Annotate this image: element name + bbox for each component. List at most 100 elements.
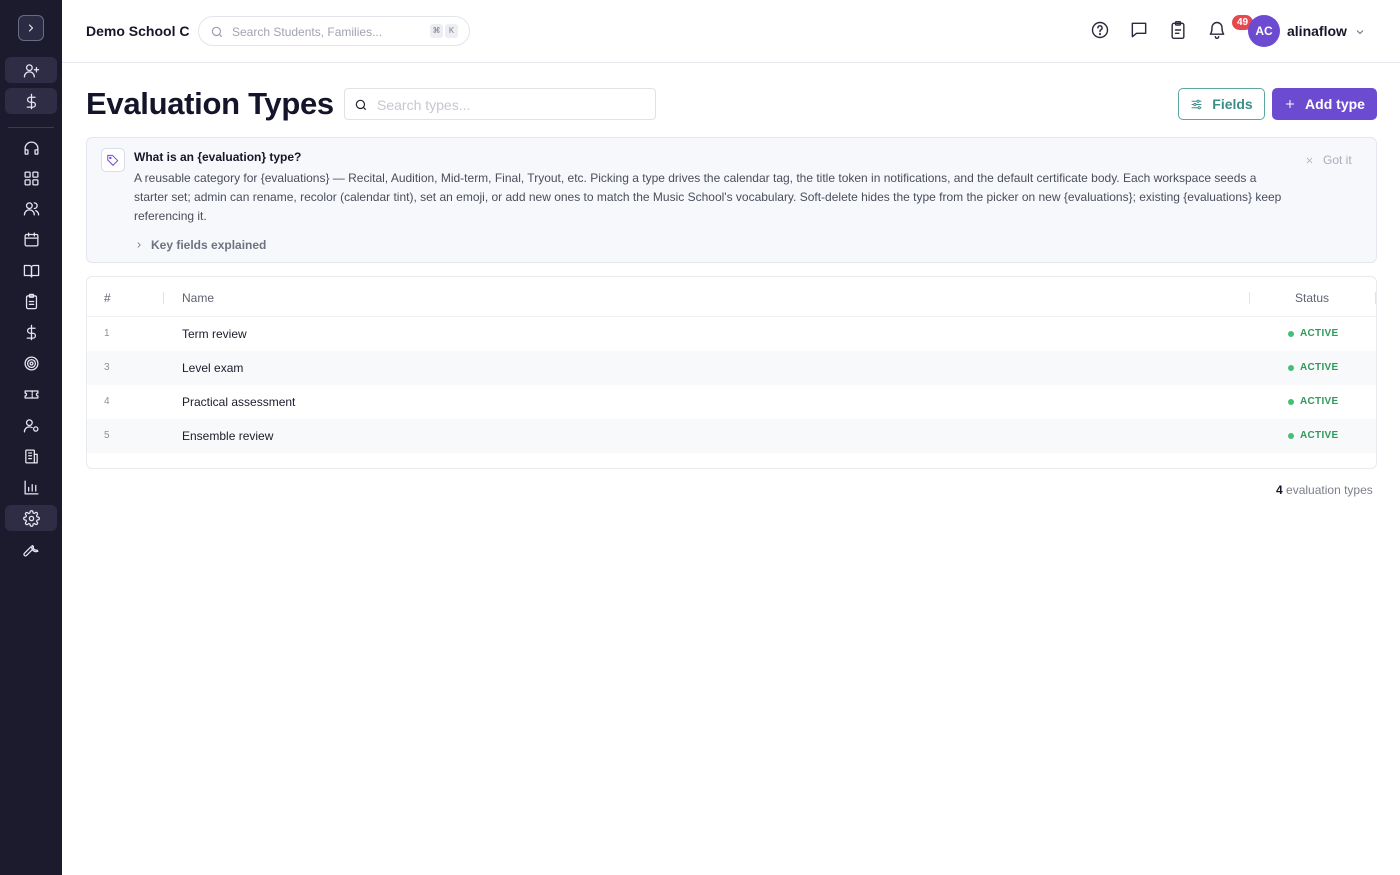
page-title: Evaluation Types	[86, 86, 334, 121]
row-name[interactable]: Level exam	[182, 361, 243, 375]
row-number: 1	[104, 328, 110, 339]
sliders-icon	[1191, 99, 1202, 109]
table-row[interactable]: 1 Term review ACTIVE	[87, 317, 1376, 351]
users-icon	[23, 201, 39, 216]
tasks-button[interactable]	[1168, 20, 1190, 42]
sidebar-item-calendar[interactable]	[5, 226, 57, 252]
message-icon	[1131, 22, 1147, 38]
status-badge: ACTIVE	[1288, 430, 1338, 441]
column-header-status[interactable]: Status	[1295, 291, 1329, 305]
sidebar-item-tools[interactable]	[5, 537, 57, 563]
user-menu-toggle[interactable]	[1354, 25, 1366, 37]
messages-button[interactable]	[1129, 20, 1151, 42]
dashboard-icon	[23, 170, 39, 186]
status-label: ACTIVE	[1300, 328, 1339, 339]
status-dot	[1288, 432, 1294, 439]
sidebar-item-staff[interactable]	[5, 412, 57, 438]
evaluation-types-table: # Name Status 1 Term review ACTIVE 3 Lev…	[86, 276, 1377, 469]
dollar-icon	[26, 93, 36, 109]
tag-icon-container	[101, 148, 125, 172]
status-dot	[1288, 398, 1294, 405]
sidebar-item-reports[interactable]	[5, 474, 57, 500]
sidebar-item-billing[interactable]	[5, 319, 57, 345]
calendar-icon	[23, 231, 39, 247]
user-name[interactable]: alinaflow	[1287, 23, 1347, 39]
sidebar-divider	[8, 127, 54, 128]
key-fields-label: Key fields explained	[151, 238, 267, 252]
school-name[interactable]: Demo School C	[86, 23, 189, 39]
sidebar-item-payments[interactable]	[5, 88, 57, 114]
status-label: ACTIVE	[1300, 396, 1339, 407]
shortcut-key-k: K	[445, 24, 458, 38]
expand-sidebar-button[interactable]	[18, 15, 44, 41]
info-panel: What is an {evaluation} type? A reusable…	[86, 137, 1377, 263]
add-type-button[interactable]: Add type	[1272, 88, 1377, 120]
book-icon	[23, 264, 39, 278]
fields-button-label: Fields	[1212, 96, 1253, 112]
shortcut-key-cmd: ⌘	[430, 24, 443, 38]
sidebar-item-locations[interactable]	[5, 443, 57, 469]
billing-dollar-icon	[26, 324, 36, 340]
table-row[interactable]: 5 Ensemble review ACTIVE	[87, 419, 1376, 453]
row-number: 3	[104, 362, 110, 373]
status-dot	[1288, 330, 1294, 337]
add-user-icon	[23, 63, 39, 78]
sidebar-item-lessons[interactable]	[5, 257, 57, 283]
key-fields-toggle[interactable]: Key fields explained	[134, 238, 266, 252]
status-badge: ACTIVE	[1288, 362, 1338, 373]
column-divider[interactable]	[1375, 292, 1376, 304]
chevron-down-icon	[1356, 30, 1364, 35]
info-title: What is an {evaluation} type?	[134, 150, 302, 164]
type-search-input[interactable]: Search types...	[344, 88, 656, 120]
row-number: 5	[104, 430, 110, 441]
status-badge: ACTIVE	[1288, 396, 1338, 407]
global-search-placeholder: Search Students, Families...	[232, 25, 383, 39]
close-icon	[1306, 157, 1313, 163]
row-name[interactable]: Ensemble review	[182, 429, 273, 443]
column-header-name[interactable]: Name	[182, 291, 214, 305]
status-label: ACTIVE	[1300, 362, 1339, 373]
plus-icon	[1286, 100, 1295, 108]
avatar[interactable]: AC	[1248, 15, 1280, 47]
table-row[interactable]: 4 Practical assessment ACTIVE	[87, 385, 1376, 419]
bell-icon	[1209, 21, 1225, 39]
global-search-input[interactable]: Search Students, Families... ⌘ K	[198, 16, 470, 46]
sidebar-item-goals[interactable]	[5, 350, 57, 376]
notifications-button[interactable]	[1207, 20, 1229, 42]
status-label: ACTIVE	[1300, 430, 1339, 441]
target-icon	[23, 355, 39, 371]
sidebar-item-support[interactable]	[5, 135, 57, 161]
bar-chart-icon	[23, 479, 39, 495]
dismiss-label: Got it	[1323, 153, 1352, 167]
fields-button[interactable]: Fields	[1178, 88, 1265, 120]
headset-icon	[23, 140, 39, 155]
type-search-placeholder: Search types...	[377, 97, 471, 113]
row-name[interactable]: Term review	[182, 327, 247, 341]
column-divider[interactable]	[1249, 292, 1250, 304]
help-button[interactable]	[1090, 20, 1112, 42]
sidebar-item-dashboard[interactable]	[5, 165, 57, 191]
record-count-label: evaluation types	[1286, 483, 1373, 497]
building-icon	[24, 448, 38, 464]
status-badge: ACTIVE	[1288, 328, 1338, 339]
clipboard-icon	[25, 293, 37, 309]
tag-icon	[107, 154, 119, 166]
record-count: 4 evaluation types	[1276, 483, 1373, 497]
row-name[interactable]: Practical assessment	[182, 395, 295, 409]
dismiss-button[interactable]: Got it	[1305, 153, 1352, 167]
user-settings-icon	[23, 418, 39, 433]
add-type-button-label: Add type	[1305, 96, 1365, 112]
sidebar-item-settings[interactable]	[5, 505, 57, 531]
table-row[interactable]: 3 Level exam ACTIVE	[87, 351, 1376, 385]
column-divider[interactable]	[163, 292, 164, 304]
sidebar	[0, 0, 62, 875]
top-header: Demo School C Search Students, Families.…	[62, 0, 1400, 63]
sidebar-item-add-student[interactable]	[5, 57, 57, 83]
clipboard-list-icon	[1171, 20, 1185, 40]
sidebar-item-evaluations[interactable]	[5, 288, 57, 314]
column-header-number[interactable]: #	[104, 291, 111, 305]
ticket-icon	[23, 389, 39, 399]
sidebar-item-tickets[interactable]	[5, 381, 57, 407]
sidebar-item-people[interactable]	[5, 195, 57, 221]
help-icon	[1091, 21, 1109, 39]
